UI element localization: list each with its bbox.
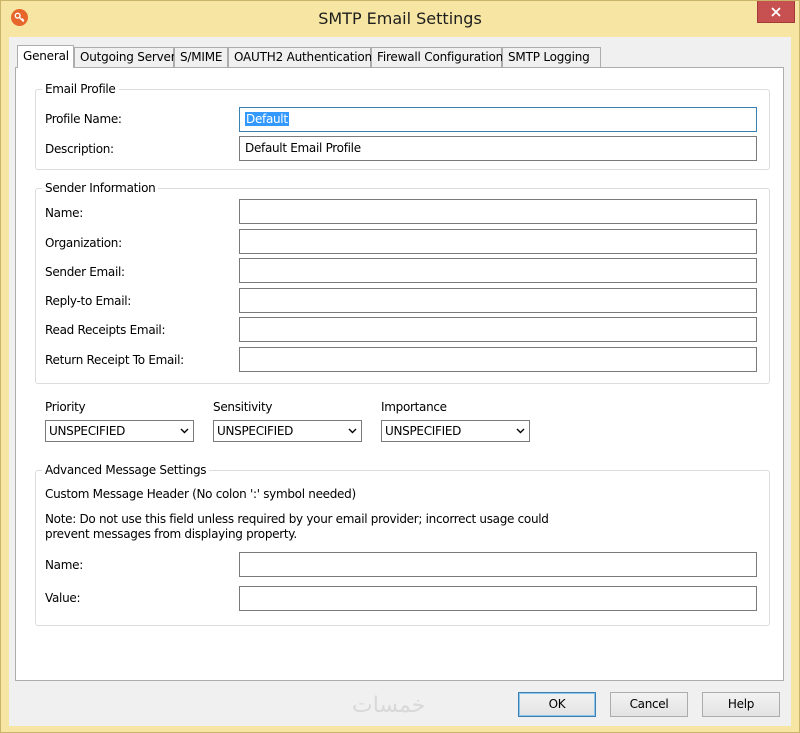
description-label: Description: [45,142,114,156]
sender-email-label: Sender Email: [45,265,125,279]
organization-label: Organization: [45,236,122,250]
close-icon [771,6,781,17]
watermark-logo: خمسات [352,693,426,718]
sender-email-input[interactable] [239,258,757,283]
sender-name-input[interactable] [239,199,757,224]
title-bar[interactable]: SMTP Email Settings [1,1,799,37]
sender-information-legend: Sender Information [42,181,159,195]
priority-selected-value: UNSPECIFIED [49,424,126,438]
close-button[interactable] [757,1,795,23]
reply-to-email-input[interactable] [239,288,757,313]
smtp-settings-window: SMTP Email Settings General Outgoing Ser… [0,0,800,733]
sensitivity-label: Sensitivity [213,400,273,414]
profile-name-input[interactable]: Default [239,107,757,132]
advanced-note-line-2: prevent messages from displaying propert… [45,527,297,541]
return-receipt-email-label: Return Receipt To Email: [45,353,184,367]
window-title: SMTP Email Settings [318,9,482,28]
organization-input[interactable] [239,229,757,254]
sender-name-label: Name: [45,206,83,220]
ok-button[interactable]: OK [518,692,596,717]
sensitivity-dropdown[interactable]: UNSPECIFIED [213,420,362,442]
chevron-down-icon [516,428,525,434]
email-profile-legend: Email Profile [42,82,119,96]
profile-name-selected-text: Default [245,112,289,126]
tab-general[interactable]: General [17,45,74,68]
tab-outgoing-server[interactable]: Outgoing Server [74,47,176,67]
read-receipts-email-label: Read Receipts Email: [45,323,166,337]
importance-selected-value: UNSPECIFIED [385,424,462,438]
priority-label: Priority [45,400,86,414]
header-value-input[interactable] [239,586,757,611]
description-input[interactable]: Default Email Profile [239,136,757,161]
importance-dropdown[interactable]: UNSPECIFIED [381,420,530,442]
chevron-down-icon [180,428,189,434]
profile-name-label: Profile Name: [45,112,122,126]
tab-smtp-logging[interactable]: SMTP Logging [502,47,601,67]
importance-label: Importance [381,400,447,414]
dialog-client-area: General Outgoing Server S/MIME OAUTH2 Au… [9,37,791,726]
header-name-input[interactable] [239,552,757,577]
help-button[interactable]: Help [702,692,780,717]
tab-smime[interactable]: S/MIME [174,47,228,67]
reply-to-email-label: Reply-to Email: [45,294,132,308]
general-tab-panel: Email Profile Profile Name: Default Desc… [15,67,784,681]
priority-dropdown[interactable]: UNSPECIFIED [45,420,194,442]
chevron-down-icon [348,428,357,434]
advanced-message-settings-legend: Advanced Message Settings [42,463,210,477]
header-name-label: Name: [45,558,83,572]
read-receipts-email-input[interactable] [239,317,757,342]
custom-header-caption: Custom Message Header (No colon ':' symb… [45,487,356,501]
tab-firewall-configuration[interactable]: Firewall Configuration [371,47,503,67]
advanced-note-line-1: Note: Do not use this field unless requi… [45,512,549,526]
cancel-button[interactable]: Cancel [610,692,688,717]
sensitivity-selected-value: UNSPECIFIED [217,424,294,438]
header-value-label: Value: [45,591,81,605]
tab-oauth2-authentication[interactable]: OAUTH2 Authentication [228,47,372,67]
return-receipt-email-input[interactable] [239,347,757,372]
